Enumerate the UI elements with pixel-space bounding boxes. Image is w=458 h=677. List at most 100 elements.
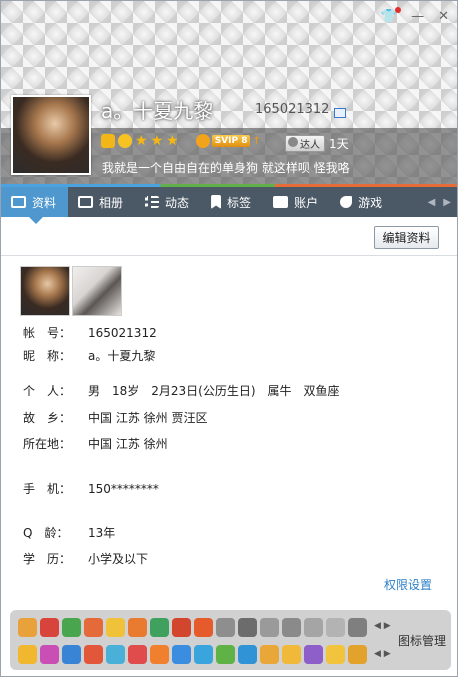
svip-label: SVIP 8 (211, 135, 251, 147)
service-icon[interactable] (128, 618, 147, 637)
detail-value: 中国 江苏 徐州 贾汪区 (88, 411, 208, 425)
service-icon[interactable] (128, 645, 147, 664)
crown-icon[interactable] (101, 134, 115, 148)
talent-label: 达人 (285, 135, 325, 152)
service-icon[interactable] (216, 645, 235, 664)
signature[interactable]: 我就是一个自由自在的单身狗 就这样呗 怪我咯 (102, 159, 350, 176)
detail-value: 13年 (88, 526, 116, 540)
chevron-right-icon[interactable]: ▶ (443, 197, 451, 208)
sun-icon[interactable] (118, 134, 132, 148)
service-icon[interactable] (172, 618, 191, 637)
wallet-icon (273, 196, 289, 208)
feed-list-icon (145, 196, 160, 208)
service-icon[interactable] (40, 618, 59, 637)
service-icon[interactable] (106, 618, 125, 637)
icon-row-arrows[interactable]: ◀ ▶ (374, 621, 391, 631)
service-icon[interactable] (304, 645, 323, 664)
tab-bar: 资料 相册 动态 标签 账户 游戏 ◀ ▶ (1, 184, 457, 217)
qq-card-icon[interactable] (334, 108, 346, 118)
penguin-icon (195, 134, 210, 148)
service-icon[interactable] (18, 618, 37, 637)
service-icon[interactable] (238, 618, 257, 637)
icon-row (18, 618, 367, 637)
minimize-icon[interactable]: — (411, 9, 424, 24)
photo-thumbnail[interactable] (20, 266, 70, 316)
detail-row-hometown: 故 乡： 中国 江苏 徐州 贾汪区 (23, 410, 207, 426)
icon-manage-link[interactable]: 图标管理 (398, 632, 446, 649)
service-icon[interactable] (348, 645, 367, 664)
profile-card-icon (11, 196, 26, 208)
permission-settings-link[interactable]: 权限设置 (384, 576, 432, 593)
detail-value: 小学及以下 (88, 552, 149, 566)
star-icon[interactable]: ★ (166, 134, 179, 148)
service-icon[interactable] (348, 618, 367, 637)
detail-value: 165021312 (88, 326, 157, 340)
svip-badge[interactable]: SVIP 8 ↑ (195, 134, 261, 148)
detail-label: 个 人： (23, 384, 72, 398)
service-icon[interactable] (84, 645, 103, 664)
tab-album[interactable]: 相册 (68, 187, 135, 217)
service-icon[interactable] (62, 645, 81, 664)
detail-row-phone: 手 机： 150******** (23, 481, 159, 497)
detail-label: 手 机： (23, 482, 72, 496)
star-icon[interactable]: ★ (151, 134, 164, 148)
detail-value: 中国 江苏 徐州 (88, 437, 168, 451)
service-icon[interactable] (18, 645, 37, 664)
title-bar-controls: 👕 — ✕ (381, 7, 449, 24)
service-icon[interactable] (194, 618, 213, 637)
nickname: a。十夏九黎 (101, 99, 214, 123)
detail-row-qq-age: Q 龄： 13年 (23, 525, 115, 541)
service-icon[interactable] (106, 645, 125, 664)
tab-scroll-arrows: ◀ ▶ (428, 187, 457, 217)
arrow-up-icon: ↑ (252, 135, 261, 147)
service-icon[interactable] (304, 618, 323, 637)
service-icon[interactable] (260, 618, 279, 637)
talent-days: 1天 (329, 137, 349, 151)
photo-thumbnail[interactable] (72, 266, 122, 316)
tab-feed[interactable]: 动态 (135, 187, 201, 217)
service-icon[interactable] (326, 645, 345, 664)
tab-label: 资料 (32, 195, 57, 210)
avatar[interactable] (11, 95, 91, 175)
rocket-icon (340, 196, 353, 208)
detail-label: 学 历： (23, 552, 72, 566)
tab-games[interactable]: 游戏 (330, 187, 394, 217)
tab-account[interactable]: 账户 (263, 187, 330, 217)
tab-label: 动态 (165, 195, 190, 210)
talent-badge[interactable]: 达人 1天 (285, 135, 349, 152)
level-badges: ★ ★ ★ SVIP 8 ↑ (101, 134, 261, 148)
service-icon[interactable] (150, 645, 169, 664)
detail-label: Q 龄： (23, 526, 69, 540)
tab-label: 游戏 (358, 195, 383, 210)
detail-value: a。十夏九黎 (88, 349, 156, 363)
service-icon[interactable] (172, 645, 191, 664)
star-icon[interactable]: ★ (135, 134, 148, 148)
service-icon[interactable] (326, 618, 345, 637)
chevron-left-icon[interactable]: ◀ (428, 197, 436, 208)
photo-album-icon (78, 196, 94, 208)
detail-label: 所在地： (23, 437, 72, 451)
tab-label: 账户 (294, 195, 319, 210)
divider (1, 255, 457, 256)
service-icon[interactable] (62, 618, 81, 637)
service-icon[interactable] (238, 645, 257, 664)
tab-tags[interactable]: 标签 (201, 187, 263, 217)
detail-row-account: 帐 号： 165021312 (23, 325, 157, 341)
service-icon[interactable] (216, 618, 235, 637)
close-icon[interactable]: ✕ (438, 9, 449, 24)
shirt-icon[interactable]: 👕 (381, 7, 402, 24)
icon-row-arrows[interactable]: ◀ ▶ (374, 649, 391, 659)
service-icon[interactable] (84, 618, 103, 637)
tab-profile[interactable]: 资料 (1, 187, 69, 217)
profile-window: 👕 — ✕ a。十夏九黎 165021312 ★ ★ ★ SVIP 8 ↑ 达人… (0, 0, 458, 677)
detail-value: 男 18岁 2月23日(公历生日) 属牛 双鱼座 (88, 384, 340, 398)
service-icon[interactable] (282, 645, 301, 664)
service-icon[interactable] (150, 618, 169, 637)
tab-label: 相册 (99, 195, 124, 210)
service-icon[interactable] (260, 645, 279, 664)
service-icon[interactable] (282, 618, 301, 637)
qq-number: 165021312 (255, 102, 330, 117)
service-icon[interactable] (40, 645, 59, 664)
service-icon[interactable] (194, 645, 213, 664)
edit-profile-button[interactable]: 编辑资料 (374, 226, 439, 249)
